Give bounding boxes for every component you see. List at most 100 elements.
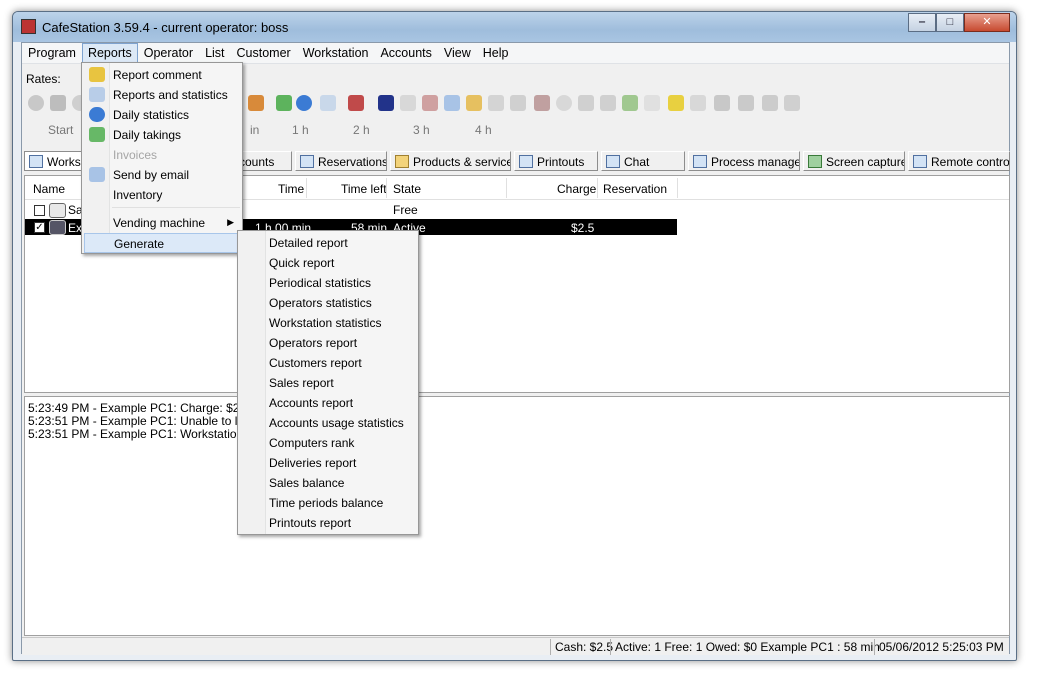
- column-reservation[interactable]: Reservation: [603, 182, 667, 196]
- money-icon[interactable]: [276, 95, 292, 111]
- menu-item-generate[interactable]: Generate: [84, 233, 240, 253]
- highlight-icon[interactable]: [668, 95, 684, 111]
- tab-process-manager[interactable]: Process manager: [688, 151, 800, 171]
- time-mark[interactable]: 4 h: [475, 123, 492, 137]
- menu-help[interactable]: Help: [477, 43, 515, 63]
- close-button[interactable]: ✕: [964, 13, 1010, 32]
- menu-item-printouts-report[interactable]: Printouts report: [240, 513, 351, 533]
- column-time-left[interactable]: Time left: [341, 182, 387, 196]
- cube-icon[interactable]: [348, 95, 364, 111]
- user-icon[interactable]: [50, 95, 66, 111]
- menu-item-time-periods-balance[interactable]: Time periods balance: [240, 493, 383, 513]
- network-icon[interactable]: [762, 95, 778, 111]
- money-icon: [89, 127, 105, 142]
- menu-item-customers-report[interactable]: Customers report: [240, 353, 362, 373]
- time-mark[interactable]: 3 h: [413, 123, 430, 137]
- submenu-arrow-icon: ▶: [227, 217, 234, 227]
- lock-icon[interactable]: [378, 95, 394, 111]
- menu-item-workstation-statistics[interactable]: Workstation statistics: [240, 313, 381, 333]
- settings-icon[interactable]: [784, 95, 800, 111]
- screen-capture-icon: [808, 155, 822, 168]
- rates-label: Rates:: [26, 72, 61, 86]
- menu-item-operators-report[interactable]: Operators report: [240, 333, 357, 353]
- cart-icon[interactable]: [422, 95, 438, 111]
- table-icon[interactable]: [320, 95, 336, 111]
- status-datetime: 05/06/2012 5:25:03 PM: [874, 639, 1008, 655]
- column-state[interactable]: State: [393, 182, 421, 196]
- document-icon[interactable]: [400, 95, 416, 111]
- menu-item-sales-report[interactable]: Sales report: [240, 373, 334, 393]
- row-checkbox-checked[interactable]: ✓: [34, 222, 45, 233]
- window-controls: ‒ □ ✕: [908, 13, 1010, 32]
- menu-item-daily-statistics[interactable]: Daily statistics: [84, 105, 240, 125]
- menu-item-daily-takings[interactable]: Daily takings: [84, 125, 240, 145]
- search-icon[interactable]: [578, 95, 594, 111]
- tab-products-services[interactable]: Products & services: [390, 151, 511, 171]
- time-mark[interactable]: in: [250, 123, 259, 137]
- tab-reservations[interactable]: Reservations: [295, 151, 387, 171]
- alarm-icon[interactable]: [556, 95, 572, 111]
- tools-icon[interactable]: [510, 95, 526, 111]
- workstation-icon: [29, 155, 43, 168]
- pie-chart-icon[interactable]: [296, 95, 312, 111]
- time-mark[interactable]: 1 h: [292, 123, 309, 137]
- menu-item-deliveries-report[interactable]: Deliveries report: [240, 453, 356, 473]
- note-icon[interactable]: [466, 95, 482, 111]
- operator-icon[interactable]: [248, 95, 264, 111]
- minimize-button[interactable]: ‒: [908, 13, 936, 32]
- tab-chat[interactable]: Chat: [601, 151, 685, 171]
- email-icon: [89, 167, 105, 182]
- menu-program[interactable]: Program: [22, 43, 82, 63]
- power-icon[interactable]: [28, 95, 44, 111]
- server-icon[interactable]: [714, 95, 730, 111]
- column-charge[interactable]: Charge: [557, 182, 596, 196]
- menu-item-vending-machine[interactable]: Vending machine ▶: [84, 213, 240, 233]
- menu-list[interactable]: List: [199, 43, 230, 63]
- edit-icon[interactable]: [488, 95, 504, 111]
- computer-icon[interactable]: [738, 95, 754, 111]
- row-checkbox[interactable]: [34, 205, 45, 216]
- tab-remote-control[interactable]: Remote control: [908, 151, 1010, 171]
- menu-view[interactable]: View: [438, 43, 477, 63]
- email-icon[interactable]: [444, 95, 460, 111]
- comment-icon: [89, 67, 105, 82]
- menu-workstation[interactable]: Workstation: [297, 43, 375, 63]
- tab-printouts[interactable]: Printouts: [514, 151, 598, 171]
- menu-item-accounts-report[interactable]: Accounts report: [240, 393, 353, 413]
- time-mark[interactable]: 2 h: [353, 123, 370, 137]
- transfer-icon[interactable]: [600, 95, 616, 111]
- cart-remove-icon[interactable]: [534, 95, 550, 111]
- menu-customer[interactable]: Customer: [231, 43, 297, 63]
- column-name[interactable]: Name: [33, 182, 65, 196]
- generate-submenu: Detailed report Quick report Periodical …: [237, 230, 419, 535]
- menu-item-detailed-report[interactable]: Detailed report: [240, 233, 348, 253]
- menu-item-operators-statistics[interactable]: Operators statistics: [240, 293, 372, 313]
- menu-item-sales-balance[interactable]: Sales balance: [240, 473, 344, 493]
- event-log[interactable]: 5:23:49 PM - Example PC1: Charge: $2.5 5…: [24, 396, 1010, 636]
- menu-item-send-by-email[interactable]: Send by email: [84, 165, 240, 185]
- statistics-icon: [89, 87, 105, 102]
- menu-item-reports-statistics[interactable]: Reports and statistics: [84, 85, 240, 105]
- menu-operator[interactable]: Operator: [138, 43, 199, 63]
- menu-item-inventory[interactable]: Inventory: [84, 185, 240, 205]
- window-icon[interactable]: [690, 95, 706, 111]
- blank-page-icon[interactable]: [644, 95, 660, 111]
- menu-item-report-comment[interactable]: Report comment: [84, 65, 240, 85]
- menu-reports[interactable]: Reports: [81, 43, 138, 63]
- menu-item-accounts-usage-statistics[interactable]: Accounts usage statistics: [240, 413, 404, 433]
- menu-item-invoices: Invoices: [113, 148, 158, 162]
- maximize-button[interactable]: □: [936, 13, 964, 32]
- time-start[interactable]: Start: [48, 123, 73, 137]
- products-icon: [395, 155, 409, 168]
- menu-item-quick-report[interactable]: Quick report: [240, 253, 334, 273]
- title-bar[interactable]: CafeStation 3.59.4 - current operator: b…: [13, 12, 1016, 42]
- column-time[interactable]: Time: [278, 182, 304, 196]
- menu-item-periodical-statistics[interactable]: Periodical statistics: [240, 273, 371, 293]
- report-icon[interactable]: [622, 95, 638, 111]
- menu-item-computers-rank[interactable]: Computers rank: [240, 433, 354, 453]
- log-line: 5:23:49 PM - Example PC1: Charge: $2.5: [28, 401, 250, 415]
- menu-bar: Program Reports Operator List Customer W…: [22, 43, 1009, 64]
- menu-accounts[interactable]: Accounts: [374, 43, 437, 63]
- tab-screen-capture[interactable]: Screen capture: [803, 151, 905, 171]
- reports-menu: Report comment Reports and statistics Da…: [81, 62, 243, 254]
